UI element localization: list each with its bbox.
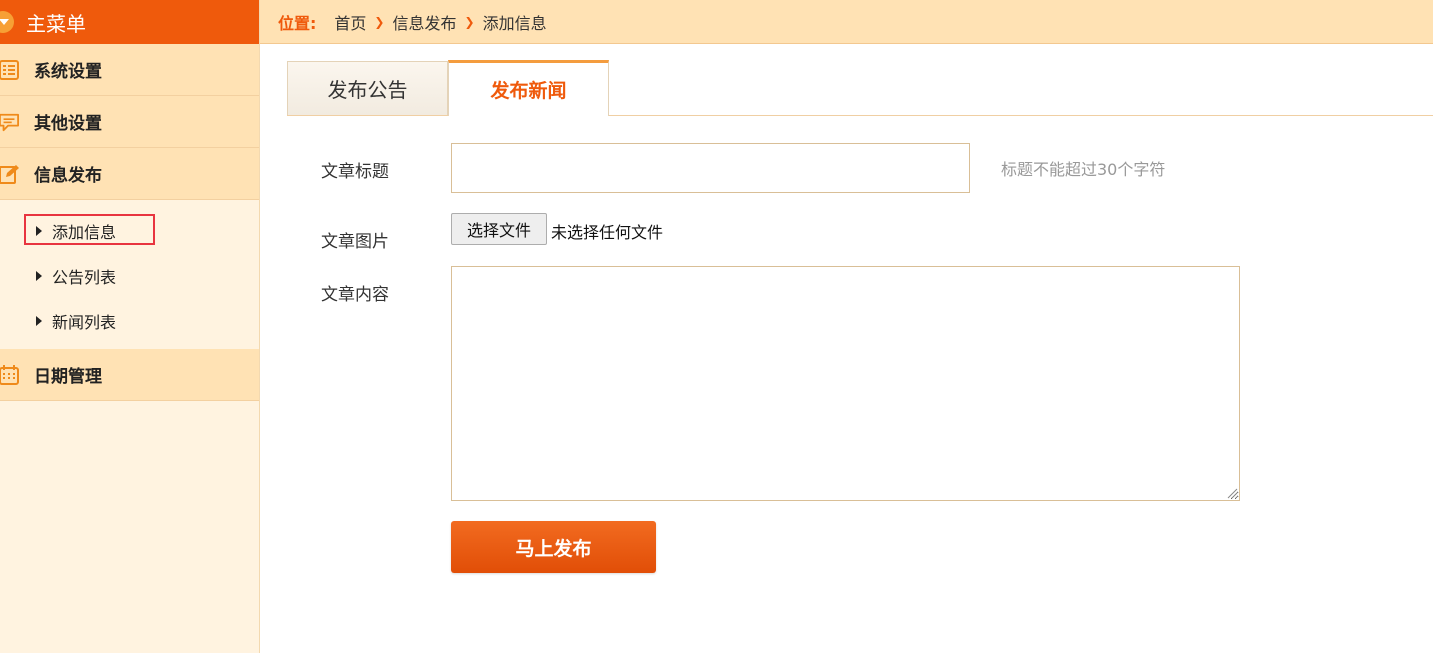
content-label: 文章内容: [321, 285, 389, 305]
caret-right-icon: [36, 270, 42, 281]
resize-grip-icon[interactable]: [1226, 487, 1238, 499]
calendar-icon: [0, 364, 19, 385]
sidebar-item-label: 公告列表: [52, 267, 117, 287]
caret-right-icon: [36, 315, 42, 326]
location-label: 位置:: [278, 13, 317, 33]
sidebar-section-label: 信息发布: [34, 166, 102, 186]
sidebar: 主菜单 系统设置 其他设置 信息发布 添加信息 公告列表 新闻列表 日期管理: [0, 0, 260, 653]
tab-publish-announcement[interactable]: 发布公告: [287, 61, 448, 115]
file-status: 未选择任何文件: [551, 223, 664, 242]
sidebar-section-info-publish[interactable]: 信息发布: [0, 148, 259, 200]
breadcrumb-info-publish[interactable]: 信息发布: [392, 10, 456, 34]
sidebar-section-label: 其他设置: [34, 114, 102, 134]
selection-highlight-box: [24, 214, 155, 245]
tab-bar: 发布公告 发布新闻: [287, 60, 1433, 116]
image-label: 文章图片: [321, 232, 389, 252]
chevron-right-icon: ❯: [464, 14, 475, 29]
breadcrumb: 位置: 首页 ❯ 信息发布 ❯ 添加信息: [260, 0, 1433, 44]
publish-button[interactable]: 马上发布: [451, 521, 656, 573]
content-textarea[interactable]: [451, 266, 1240, 501]
sidebar-sub-list: 添加信息 公告列表 新闻列表: [0, 200, 259, 349]
sidebar-item-announcement-list[interactable]: 公告列表: [0, 253, 259, 298]
choose-file-button[interactable]: 选择文件: [451, 213, 547, 245]
chevron-down-icon: [0, 11, 14, 33]
edit-icon: [0, 164, 19, 184]
comment-icon: [0, 112, 19, 132]
title-input[interactable]: [451, 143, 970, 193]
sidebar-section-label: 系统设置: [34, 62, 102, 82]
sidebar-section-system-settings[interactable]: 系统设置: [0, 44, 259, 96]
main-menu-title: 主菜单: [26, 11, 86, 36]
main-menu-header[interactable]: 主菜单: [0, 0, 259, 44]
chevron-right-icon: ❯: [374, 14, 385, 29]
sidebar-item-label: 新闻列表: [52, 312, 117, 332]
sidebar-section-other-settings[interactable]: 其他设置: [0, 96, 259, 148]
breadcrumb-home[interactable]: 首页: [334, 10, 366, 34]
sidebar-section-date-management[interactable]: 日期管理: [0, 349, 259, 401]
title-label: 文章标题: [321, 162, 389, 182]
breadcrumb-current: 添加信息: [482, 13, 547, 33]
sidebar-item-news-list[interactable]: 新闻列表: [0, 298, 259, 343]
sidebar-section-label: 日期管理: [34, 367, 102, 387]
list-icon: [0, 59, 19, 80]
sidebar-item-add-info[interactable]: 添加信息: [0, 208, 259, 253]
tab-publish-news[interactable]: 发布新闻: [448, 60, 609, 116]
title-hint: 标题不能超过30个字符: [1001, 160, 1166, 179]
